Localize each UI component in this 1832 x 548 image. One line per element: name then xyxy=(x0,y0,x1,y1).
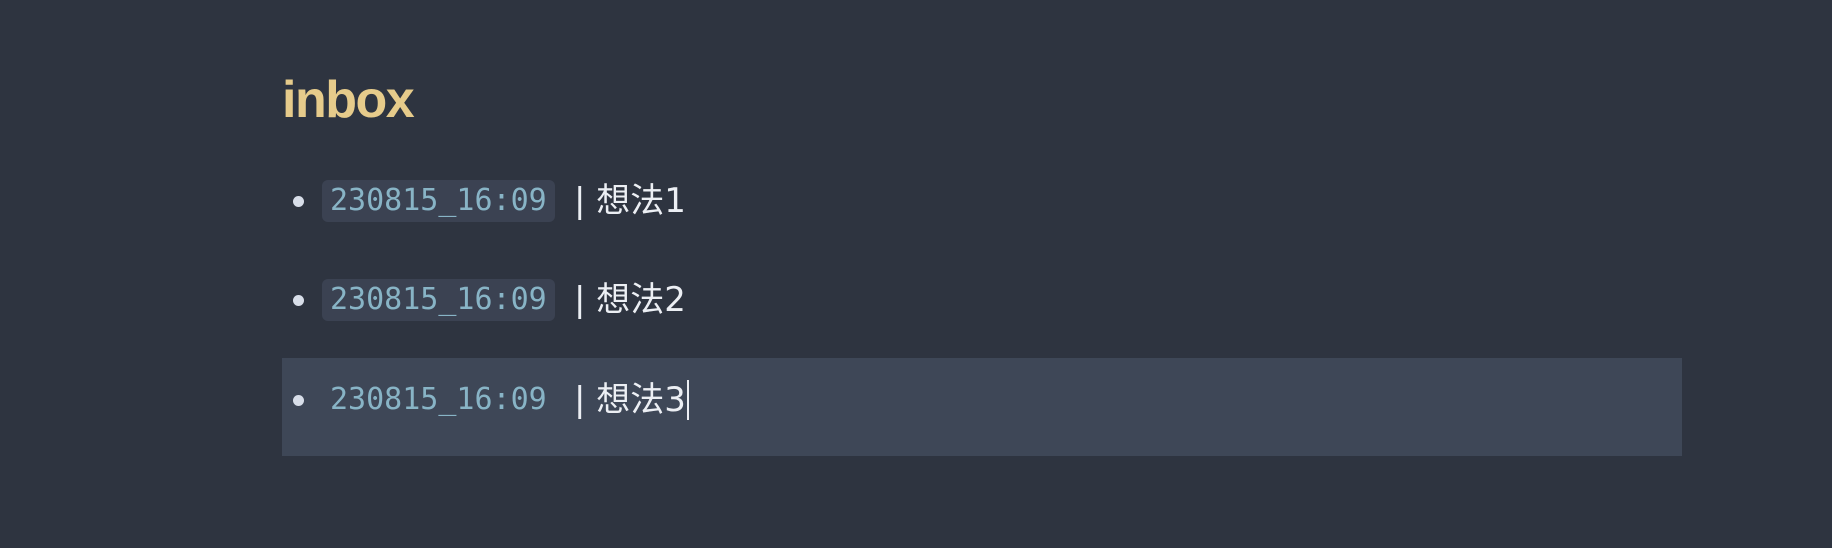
item-text-editing[interactable]: | 想法3 xyxy=(574,378,689,422)
timestamp-code: 230815_16:09 xyxy=(330,382,547,417)
page-title: inbox xyxy=(282,71,415,129)
editor[interactable]: inbox 230815_16:09 | 想法1 230815_16:09 | … xyxy=(282,0,1682,548)
bullet-icon xyxy=(293,394,304,406)
item-text: | 想法3 xyxy=(574,380,686,420)
item-text[interactable]: | 想法2 xyxy=(574,278,686,322)
text-caret xyxy=(686,379,689,420)
list-item-active[interactable]: 230815_16:09 | 想法3 xyxy=(282,358,1682,456)
item-text[interactable]: | 想法1 xyxy=(574,179,686,223)
bullet-icon xyxy=(293,195,304,207)
bullet-icon xyxy=(293,294,304,306)
timestamp-code: 230815_16:09 xyxy=(322,279,555,321)
timestamp-code: 230815_16:09 xyxy=(322,180,555,222)
list-item[interactable]: 230815_16:09 | 想法1 xyxy=(282,179,1682,277)
